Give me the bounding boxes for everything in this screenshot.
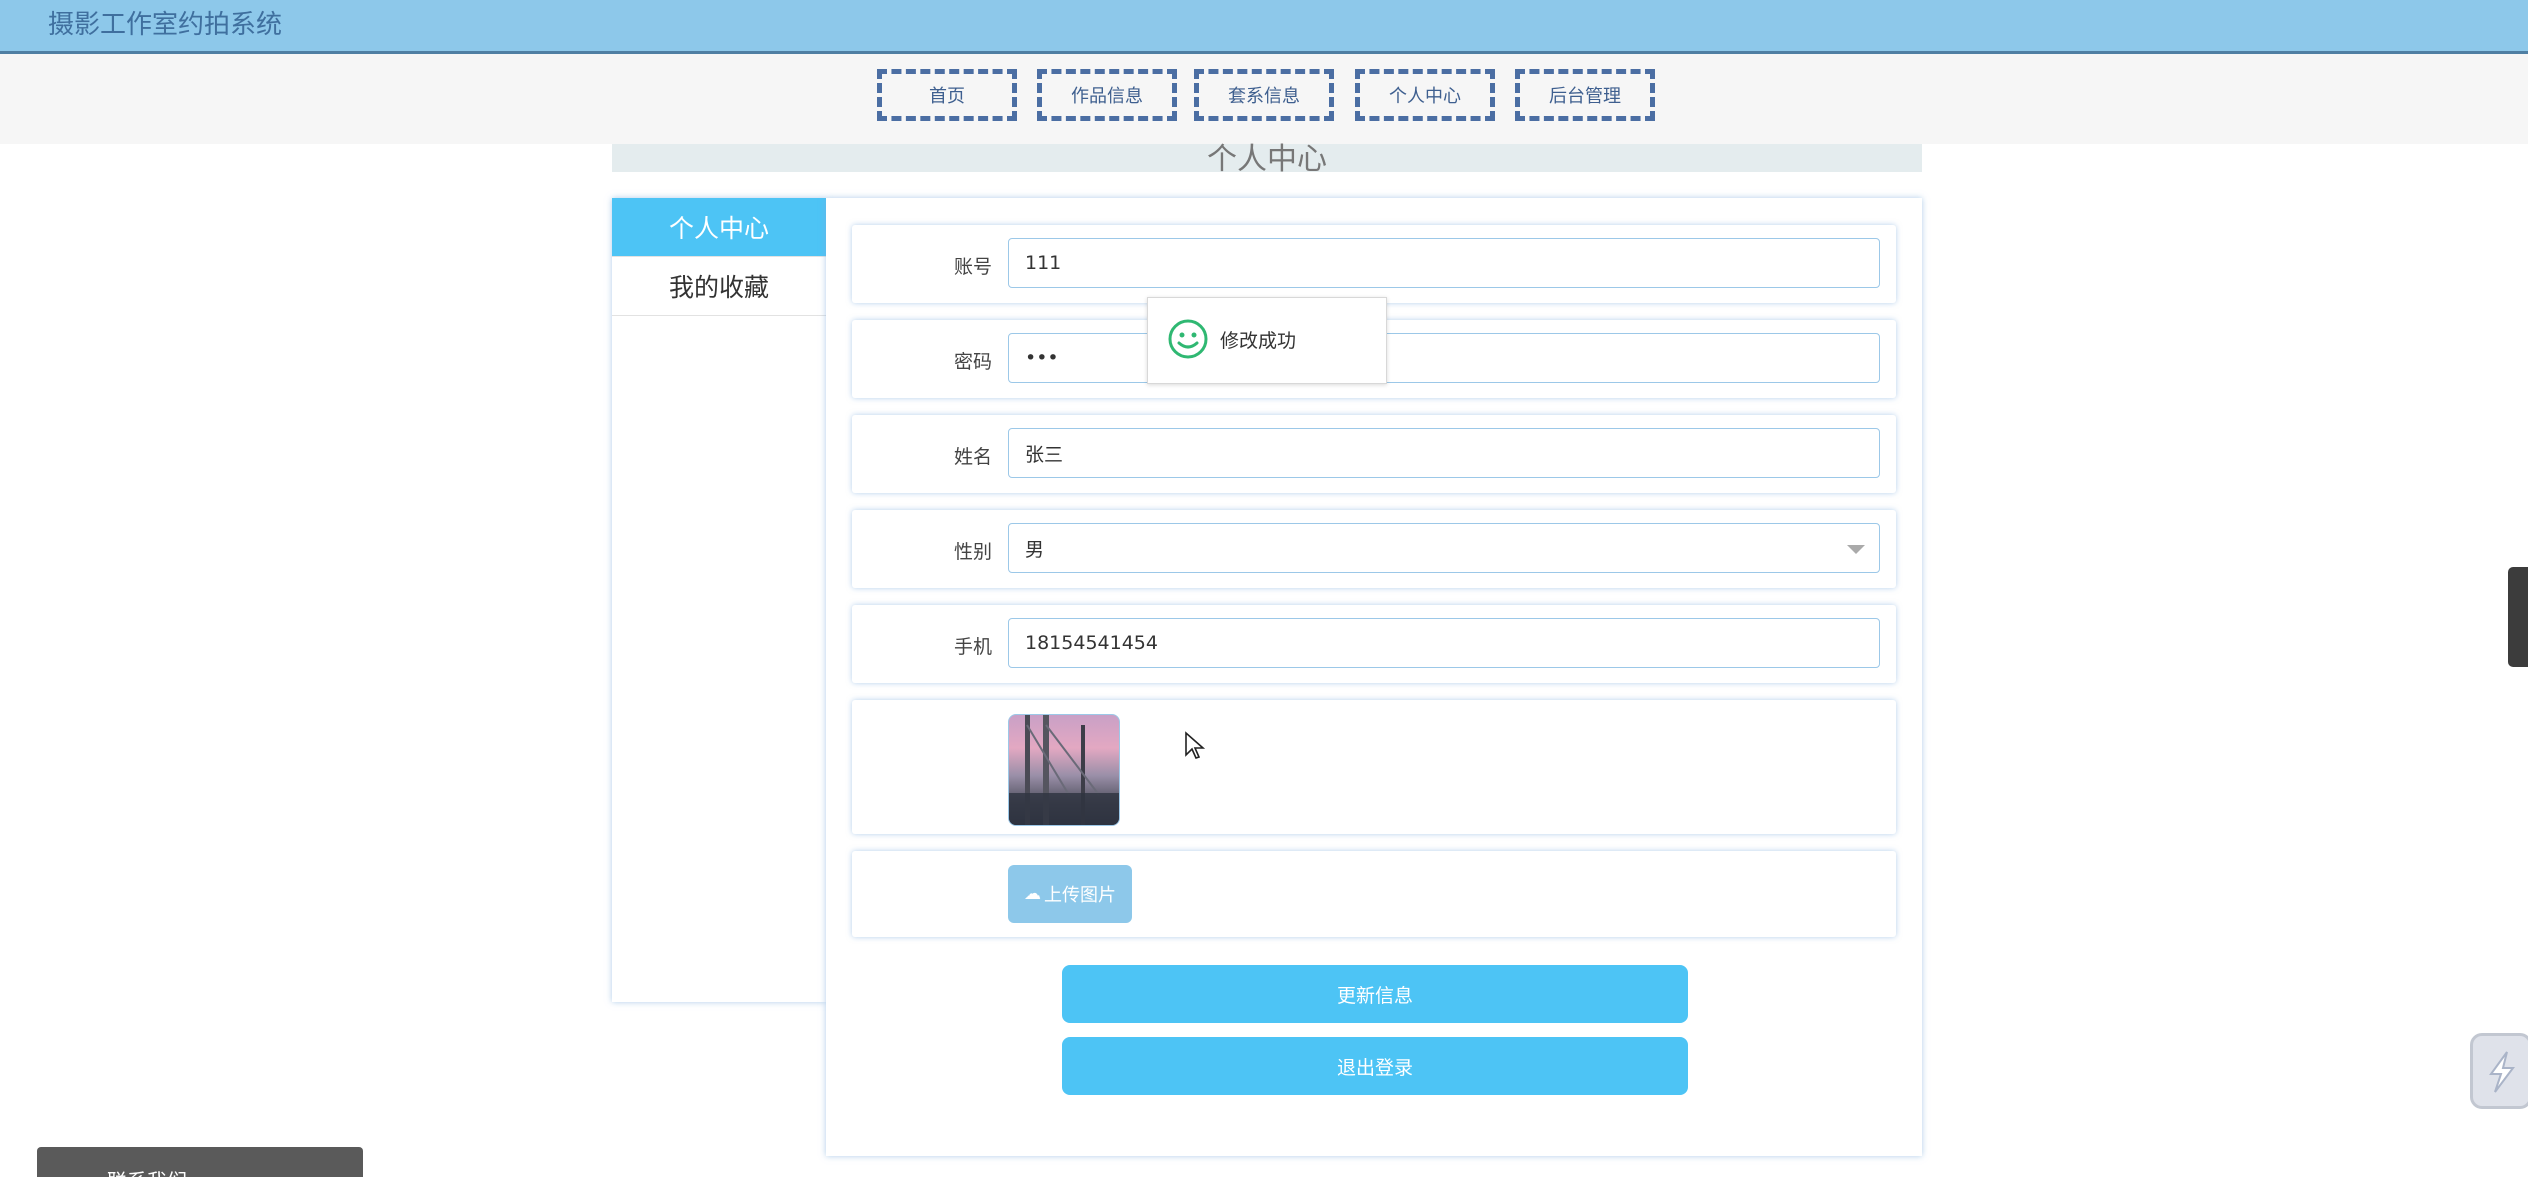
side-drawer-handle[interactable] (2508, 567, 2528, 667)
floating-tool-button[interactable] (2470, 1033, 2528, 1109)
nav-admin[interactable]: 后台管理 (1515, 69, 1655, 121)
upload-label: 上传图片 (1044, 885, 1116, 906)
phone-input[interactable]: 18154541454 (1008, 618, 1880, 668)
mouse-cursor-icon (1185, 731, 1206, 759)
nav-home[interactable]: 首页 (877, 69, 1017, 121)
app-header: 摄影工作室约拍系统 (0, 0, 2528, 54)
password-input[interactable]: ••• (1008, 333, 1880, 383)
page-heading-bar: 个人中心 (612, 142, 1922, 177)
bridge-photo-icon (1009, 715, 1119, 825)
nav-works[interactable]: 作品信息 (1037, 69, 1177, 121)
update-info-button[interactable]: 更新信息 (1062, 965, 1688, 1023)
upload-row: ☁ 上传图片 (852, 851, 1896, 937)
name-row: 姓名 张三 (852, 415, 1896, 493)
nav-packages[interactable]: 套系信息 (1194, 69, 1334, 121)
gender-value: 男 (1025, 538, 1045, 561)
account-input[interactable]: 111 (1008, 238, 1880, 288)
page-heading: 个人中心 (1207, 142, 1327, 177)
name-input[interactable]: 张三 (1008, 428, 1880, 478)
account-label: 账号 (953, 256, 992, 278)
avatar-row (852, 700, 1896, 834)
avatar-image (1008, 714, 1120, 826)
lightning-icon (2489, 1051, 2515, 1093)
name-label: 姓名 (953, 446, 992, 468)
phone-label: 手机 (953, 636, 992, 658)
sidebar-item-favorites[interactable]: 我的收藏 (612, 257, 826, 316)
app-title: 摄影工作室约拍系统 (48, 10, 283, 40)
chevron-down-icon (1847, 545, 1865, 554)
gender-row: 性别 男 (852, 510, 1896, 588)
success-toast: 修改成功 (1147, 297, 1387, 384)
toast-message: 修改成功 (1220, 330, 1297, 352)
phone-row: 手机 18154541454 (852, 605, 1896, 683)
gender-select[interactable]: 男 (1008, 523, 1880, 573)
password-label: 密码 (953, 351, 992, 373)
sidebar-item-profile[interactable]: 个人中心 (612, 198, 826, 257)
cloud-upload-icon: ☁ (1024, 884, 1041, 904)
account-row: 账号 111 (852, 225, 1896, 303)
profile-sidebar: 个人中心 我的收藏 (612, 198, 826, 1002)
smile-icon (1168, 319, 1208, 359)
contact-us-tab[interactable]: 联系我们 (37, 1147, 363, 1177)
gender-label: 性别 (953, 541, 992, 563)
nav-profile[interactable]: 个人中心 (1355, 69, 1495, 121)
logout-button[interactable]: 退出登录 (1062, 1037, 1688, 1095)
main-nav: 首页 作品信息 套系信息 个人中心 后台管理 (0, 54, 2528, 144)
upload-image-button[interactable]: ☁ 上传图片 (1008, 865, 1132, 923)
contact-us-label: 联系我们 (107, 1165, 187, 1177)
